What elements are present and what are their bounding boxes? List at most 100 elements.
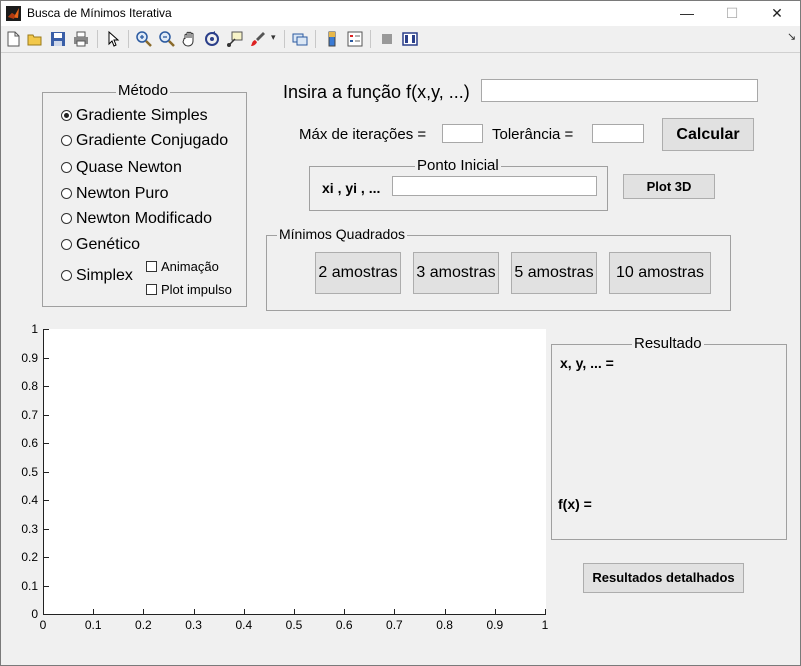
ponto-inicial-input[interactable]	[392, 176, 597, 196]
max-iteracoes-input[interactable]	[442, 124, 483, 143]
show-plot-tools-icon[interactable]	[401, 30, 419, 48]
open-file-icon[interactable]	[26, 30, 44, 48]
rotate-3d-icon[interactable]	[203, 30, 221, 48]
pan-hand-icon[interactable]	[181, 30, 199, 48]
x-tick-label: 0.1	[84, 618, 102, 632]
window-title: Busca de Mínimos Iterativa	[27, 6, 172, 20]
radio-indicator	[61, 270, 72, 281]
radio-label: Quase Newton	[76, 159, 182, 176]
metodo-group: Método Gradiente Simples Gradiente Conju…	[42, 82, 247, 307]
10-amostras-button[interactable]: 10 amostras	[609, 252, 711, 294]
brush-icon[interactable]	[249, 30, 267, 48]
hide-plot-tools-icon[interactable]	[378, 30, 396, 48]
5-amostras-button[interactable]: 5 amostras	[511, 252, 597, 294]
y-tick-mark	[44, 472, 49, 473]
x-tick-label: 0.9	[486, 618, 504, 632]
x-tick-label: 0.4	[235, 618, 253, 632]
radio-indicator	[61, 188, 72, 199]
y-tick-label: 0.6	[21, 436, 38, 450]
x-tick-label: 0.7	[386, 618, 403, 632]
y-tick-label: 0.3	[21, 521, 38, 536]
radio-quase-newton[interactable]: Quase Newton	[61, 159, 182, 179]
animacao-checkbox[interactable]: Animação	[146, 259, 219, 274]
y-tick-mark	[44, 329, 49, 330]
save-icon[interactable]	[49, 30, 67, 48]
colorbar-icon[interactable]	[323, 30, 341, 48]
checkbox-box	[146, 284, 157, 295]
calcular-button[interactable]: Calcular	[662, 118, 754, 151]
plot-3d-button[interactable]: Plot 3D	[623, 174, 715, 199]
x-tick-label: 0.6	[335, 618, 353, 632]
radio-indicator	[61, 213, 72, 224]
radio-genetico[interactable]: Genético	[61, 236, 140, 256]
x-tick-label: 0.5	[285, 618, 303, 632]
minimos-quadrados-title: Mínimos Quadrados	[277, 226, 408, 242]
checkbox-label: Plot impulso	[161, 282, 232, 297]
y-tick-mark	[44, 529, 49, 530]
radio-label: Genético	[76, 236, 141, 253]
radio-label: Gradiente Conjugado	[76, 132, 229, 149]
main-window: Busca de Mínimos Iterativa — ☐ ✕ ▾ ↘ Mét…	[0, 0, 801, 666]
matlab-logo-icon	[6, 6, 21, 21]
y-tick-label: 0.8	[21, 379, 38, 393]
resultados-detalhados-button[interactable]: Resultados detalhados	[583, 563, 744, 593]
radio-indicator	[61, 239, 72, 250]
toolbar-separator	[284, 30, 285, 48]
radio-gradiente-conjugado[interactable]: Gradiente Conjugado	[61, 132, 228, 152]
y-tick-mark	[44, 500, 49, 501]
y-tick-label: 0.4	[21, 493, 38, 507]
radio-label: Newton Puro	[76, 185, 169, 202]
x-tick-mark	[143, 609, 144, 614]
funcao-input[interactable]	[481, 79, 758, 102]
data-cursor-icon[interactable]	[226, 30, 244, 48]
plot-impulso-checkbox[interactable]: Plot impulso	[146, 282, 232, 297]
resultado-xy-label: x, y, ... =	[560, 355, 614, 371]
legend-icon[interactable]	[346, 30, 364, 48]
x-tick-mark	[93, 609, 94, 614]
x-tick-mark	[294, 609, 295, 614]
3-amostras-button[interactable]: 3 amostras	[413, 252, 499, 294]
radio-newton-modificado[interactable]: Newton Modificado	[61, 210, 212, 230]
y-tick-mark	[44, 386, 49, 387]
x-tick-mark	[244, 609, 245, 614]
radio-selected-indicator	[61, 110, 72, 121]
close-button[interactable]: ✕	[754, 1, 800, 26]
tolerancia-label: Tolerância =	[492, 126, 574, 143]
radio-label: Simplex	[76, 267, 133, 284]
pointer-icon[interactable]	[104, 30, 122, 48]
minimize-button[interactable]: —	[664, 1, 710, 26]
radio-label: Gradiente Simples	[76, 107, 208, 124]
radio-label: Newton Modificado	[76, 210, 213, 227]
metodo-title: Método	[116, 82, 171, 99]
x-tick-label: 0	[39, 618, 47, 632]
new-figure-icon[interactable]	[4, 30, 22, 48]
toolbar-separator	[370, 30, 371, 48]
brush-dropdown-arrow[interactable]: ▾	[271, 32, 276, 43]
zoom-out-icon[interactable]	[158, 30, 176, 48]
radio-newton-puro[interactable]: Newton Puro	[61, 185, 169, 205]
dock-arrow-icon[interactable]: ↘	[787, 30, 796, 43]
x-tick-label: 0.2	[135, 618, 152, 632]
resultado-title: Resultado	[632, 335, 704, 352]
x-tick-mark	[344, 609, 345, 614]
y-tick-label: 0.2	[21, 550, 38, 564]
radio-simplex[interactable]: Simplex	[61, 267, 133, 287]
2-amostras-button[interactable]: 2 amostras	[315, 252, 401, 294]
x-tick-mark	[394, 609, 395, 614]
toolbar-separator	[97, 30, 98, 48]
radio-indicator	[61, 162, 72, 173]
tolerancia-input[interactable]	[592, 124, 644, 143]
resultado-group: Resultado x, y, ... = f(x) =	[551, 335, 787, 540]
zoom-in-icon[interactable]	[135, 30, 153, 48]
print-icon[interactable]	[72, 30, 90, 48]
link-plot-icon[interactable]	[291, 30, 309, 48]
resultado-fx-label: f(x) =	[558, 496, 592, 512]
y-tick-mark	[44, 557, 49, 558]
y-tick-mark	[44, 443, 49, 444]
plot-axes[interactable]	[43, 329, 546, 615]
x-tick-mark	[545, 609, 546, 614]
max-iteracoes-label: Máx de iterações =	[299, 126, 427, 143]
maximize-button[interactable]: ☐	[709, 1, 755, 26]
x-tick-mark	[445, 609, 446, 614]
radio-gradiente-simples[interactable]: Gradiente Simples	[61, 107, 208, 127]
